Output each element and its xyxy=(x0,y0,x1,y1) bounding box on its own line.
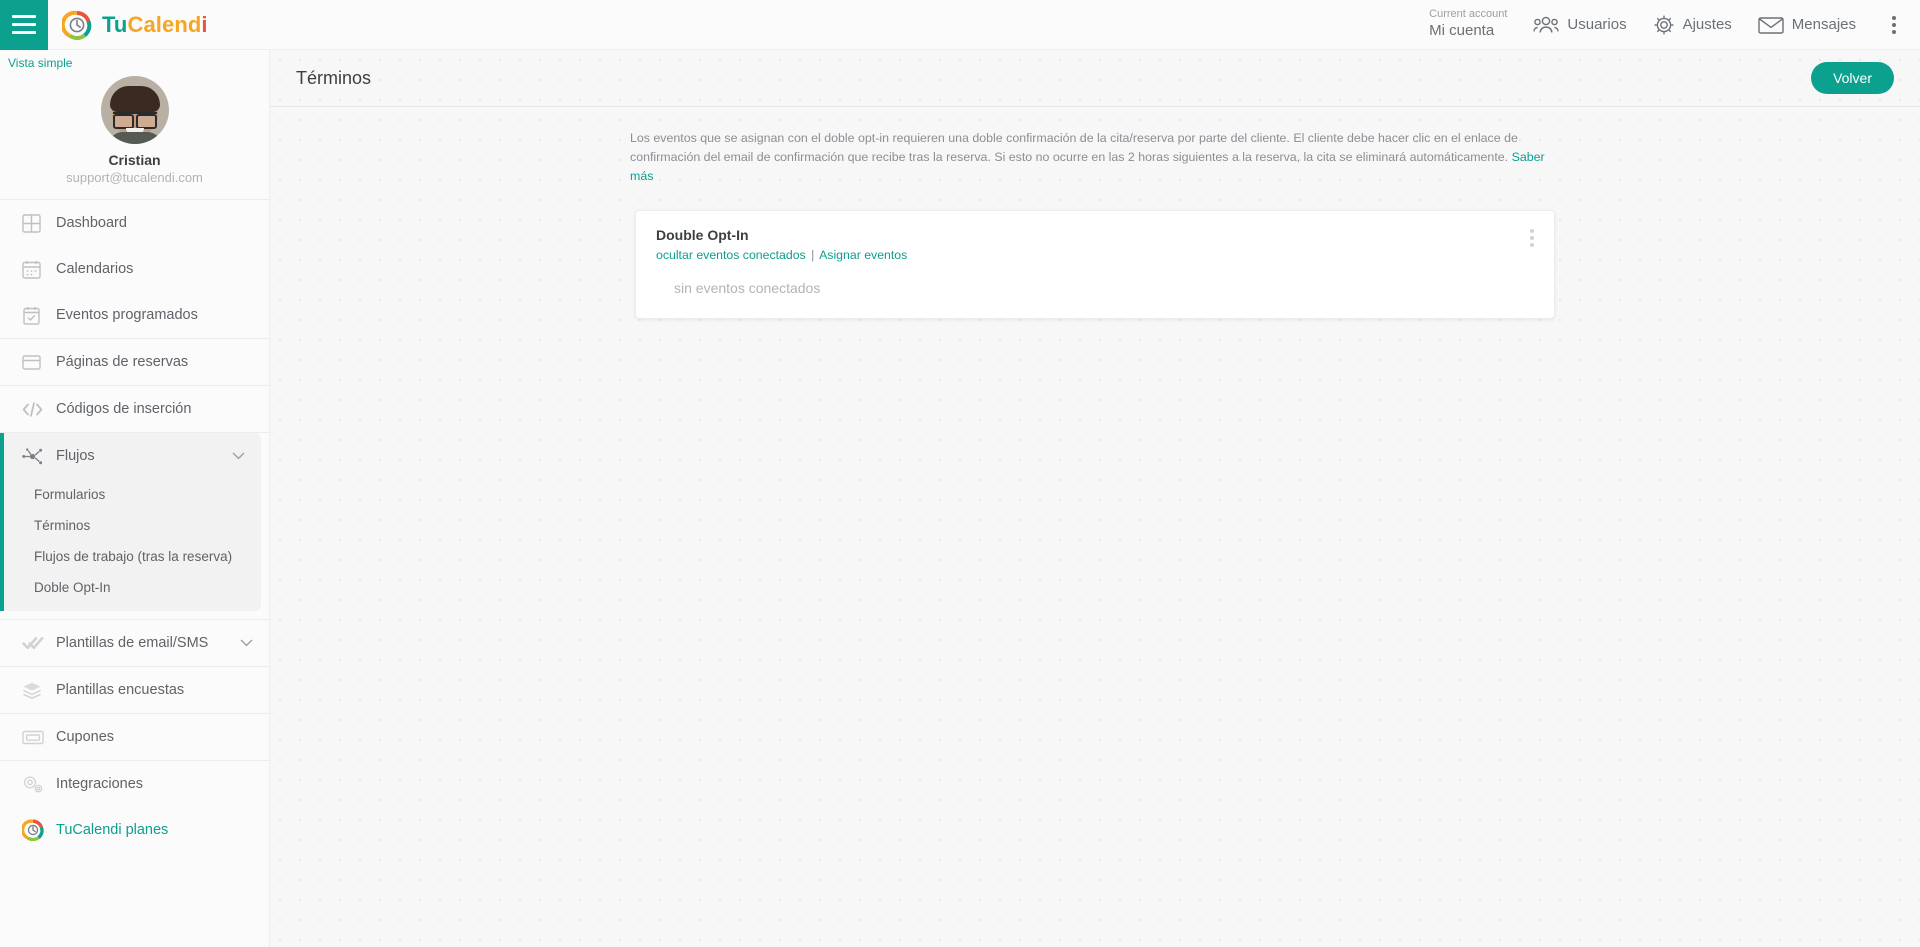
sidebar-label: Eventos programados xyxy=(56,307,198,323)
nav-ajustes[interactable]: Ajustes xyxy=(1653,14,1732,36)
nav-usuarios-label: Usuarios xyxy=(1567,16,1627,33)
sidebar-item-tucalendi-planes[interactable]: TuCalendi planes xyxy=(0,807,269,853)
assign-events-link[interactable]: Asignar eventos xyxy=(819,248,907,262)
code-brackets-icon xyxy=(22,401,56,418)
sidebar-label: Plantillas encuestas xyxy=(56,682,185,698)
sidebar-item-integraciones[interactable]: Integraciones xyxy=(0,761,269,807)
current-account-label: Current account xyxy=(1429,8,1508,21)
sidebar-label: Plantillas de email/SMS xyxy=(56,635,209,651)
chevron-down-icon[interactable] xyxy=(240,639,253,647)
sidebar-group-flujos: Flujos Formularios Términos Flujos de tr… xyxy=(0,433,261,611)
sidebar-label: Flujos xyxy=(56,448,95,464)
card-empty-state: sin eventos conectados xyxy=(674,279,821,296)
vista-simple-toggle[interactable]: Vista simple xyxy=(0,50,269,70)
card-title: Double Opt-In xyxy=(656,226,749,243)
nav-usuarios[interactable]: Usuarios xyxy=(1533,15,1627,35)
nav-mensajes[interactable]: Mensajes xyxy=(1758,15,1856,35)
current-account-switcher[interactable]: Current account Mi cuenta xyxy=(1429,8,1507,41)
hamburger-menu-icon[interactable] xyxy=(0,0,48,50)
sidebar-label: TuCalendi planes xyxy=(56,822,169,838)
sidebar-label: Páginas de reservas xyxy=(56,354,189,370)
sidebar-subitem-doble-opt-in[interactable]: Doble Opt-In xyxy=(4,572,261,603)
dashboard-grid-icon xyxy=(22,213,56,233)
sidebar-sublabel: Doble Opt-In xyxy=(34,580,111,595)
flow-nodes-icon xyxy=(22,447,56,466)
sidebar-sublabel: Formularios xyxy=(34,487,106,502)
page-description: Los eventos que se asignan con el doble … xyxy=(630,129,1560,187)
sidebar-profile: Cristian support@tucalendi.com xyxy=(0,70,269,199)
kebab-vertical-icon[interactable] xyxy=(1886,12,1902,38)
sidebar: Vista simple Cristian support@tucalendi.… xyxy=(0,50,270,947)
envelope-icon xyxy=(1758,15,1784,35)
profile-email: support@tucalendi.com xyxy=(66,170,203,185)
nav-ajustes-label: Ajustes xyxy=(1682,16,1732,33)
sidebar-sublabel: Términos xyxy=(34,518,91,533)
layers-icon xyxy=(22,681,56,700)
sidebar-label: Integraciones xyxy=(56,776,144,792)
users-icon xyxy=(1533,15,1560,35)
top-bar: TuCalendi Current account Mi cuenta Usua… xyxy=(0,0,1920,50)
hide-connected-events-link[interactable]: ocultar eventos conectados xyxy=(656,248,806,262)
back-button[interactable]: Volver xyxy=(1811,62,1894,94)
kebab-vertical-icon[interactable] xyxy=(1528,227,1536,249)
double-opt-in-card: Double Opt-In ocultar eventos conectados… xyxy=(635,209,1555,319)
card-links: ocultar eventos conectados | Asignar eve… xyxy=(656,248,1534,262)
sidebar-item-calendarios[interactable]: Calendarios xyxy=(0,246,269,292)
profile-name: Cristian xyxy=(108,152,161,168)
description-text: Los eventos que se asignan con el doble … xyxy=(630,131,1518,165)
double-check-icon xyxy=(22,635,56,651)
link-separator: | xyxy=(811,247,815,262)
brand-logo[interactable]: TuCalendi xyxy=(62,10,208,40)
brand-text-i: i xyxy=(201,11,208,37)
sidebar-item-flujos[interactable]: Flujos xyxy=(4,433,261,479)
nav-mensajes-label: Mensajes xyxy=(1791,16,1856,33)
brand-text-tu: Tu xyxy=(102,11,128,37)
sidebar-item-plantillas-encuestas[interactable]: Plantillas encuestas xyxy=(0,667,269,713)
sidebar-item-cupones[interactable]: Cupones xyxy=(0,714,269,760)
sidebar-subitem-terminos[interactable]: Términos xyxy=(4,510,261,541)
brand-text: TuCalendi xyxy=(102,12,208,38)
calendar-icon xyxy=(22,260,56,279)
sidebar-item-paginas-de-reservas[interactable]: Páginas de reservas xyxy=(0,339,269,385)
sidebar-label: Cupones xyxy=(56,729,115,745)
brand-text-calend: Calend xyxy=(127,11,202,37)
sidebar-item-dashboard[interactable]: Dashboard xyxy=(0,200,269,246)
sidebar-item-eventos-programados[interactable]: Eventos programados xyxy=(0,292,269,338)
sidebar-item-plantillas-email-sms[interactable]: Plantillas de email/SMS xyxy=(0,620,269,666)
tucalendi-logo-icon xyxy=(62,10,92,40)
current-account-value: Mi cuenta xyxy=(1429,22,1495,39)
chevron-down-icon[interactable] xyxy=(232,452,245,460)
top-navigation: Current account Mi cuenta Usuarios Ajust… xyxy=(1429,0,1920,49)
window-icon xyxy=(22,353,56,372)
tucalendi-logo-icon xyxy=(22,819,56,841)
sidebar-item-codigos-de-insercion[interactable]: Códigos de inserción xyxy=(0,386,269,432)
main-header: Términos Volver xyxy=(270,50,1920,107)
sidebar-subitem-formularios[interactable]: Formularios xyxy=(4,479,261,510)
main-content: Términos Volver Los eventos que se asign… xyxy=(270,50,1920,947)
calendar-check-icon xyxy=(22,306,56,325)
sidebar-label: Calendarios xyxy=(56,261,134,277)
ticket-icon xyxy=(22,730,56,745)
gears-icon xyxy=(22,774,56,794)
sidebar-subitem-flujos-de-trabajo[interactable]: Flujos de trabajo (tras la reserva) xyxy=(4,541,261,572)
sidebar-sublabel: Flujos de trabajo (tras la reserva) xyxy=(34,549,233,564)
avatar[interactable] xyxy=(100,76,169,144)
sidebar-label: Dashboard xyxy=(56,215,127,231)
page-title: Términos xyxy=(296,67,372,88)
sidebar-label: Códigos de inserción xyxy=(56,401,192,417)
gear-icon xyxy=(1653,14,1675,36)
